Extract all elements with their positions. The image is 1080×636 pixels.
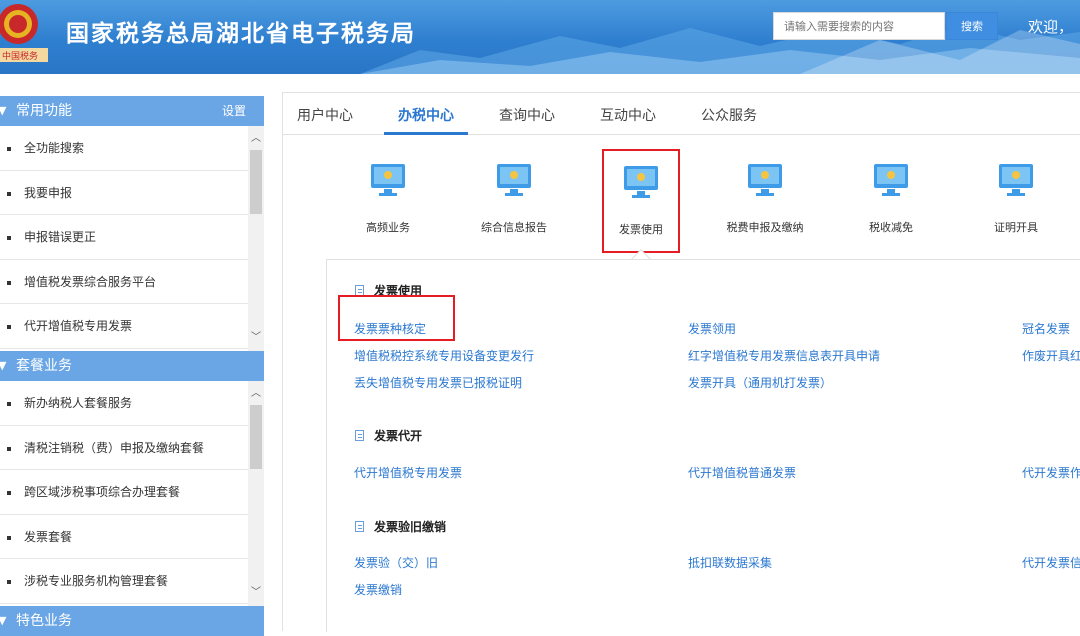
category-label: 税费申报及缴纳	[726, 221, 804, 234]
sidebar-list-common: 全功能搜索 我要申报 申报错误更正 增值税发票综合服务平台 代开增值税专用发票 …	[0, 126, 264, 351]
document-icon	[355, 521, 364, 532]
monitor-icon	[371, 164, 405, 196]
sidebar: ▼ 常用功能 设置 全功能搜索 我要申报 申报错误更正 增值税发票综合服务平台 …	[0, 96, 264, 636]
category-tax-relief[interactable]: 税收减免	[836, 149, 946, 249]
tab-tax-center[interactable]: 办税中心	[398, 105, 454, 125]
monitor-icon	[497, 164, 531, 196]
sidebar-group-title: 特色业务	[16, 613, 72, 629]
tab-user-center[interactable]: 用户中心	[297, 105, 353, 125]
sidebar-item[interactable]: 跨区域涉税事项综合办理套餐	[0, 470, 248, 515]
tab-public-service[interactable]: 公众服务	[701, 105, 757, 125]
svg-text:中国税务: 中国税务	[2, 50, 38, 62]
link-tax-device-change[interactable]: 增值税税控系统专用设备变更发行	[354, 347, 534, 364]
search-input[interactable]	[773, 12, 945, 40]
sidebar-list-package: 新办纳税人套餐服务 清税注销税（费）申报及缴纳套餐 跨区域涉税事项综合办理套餐 …	[0, 381, 264, 606]
tab-query-center[interactable]: 查询中心	[499, 105, 555, 125]
category-label: 税收减免	[869, 221, 913, 234]
active-tab-underline	[384, 132, 468, 135]
link-invoice-verify-old[interactable]: 发票验（交）旧	[354, 554, 438, 571]
monitor-icon	[999, 164, 1033, 196]
category-tax-declaration[interactable]: 税费申报及缴纳	[710, 149, 820, 249]
link-invoice-cancel[interactable]: 发票缴销	[354, 581, 402, 598]
link-lost-invoice-certificate[interactable]: 丢失增值税专用发票已报税证明	[354, 374, 522, 391]
category-row: 高频业务 综合信息报告 发票使用 税费申报及缴纳 税收减免 证明开具	[283, 137, 1080, 259]
highlight-box	[338, 295, 455, 341]
link-red-invoice-application[interactable]: 红字增值税专用发票信息表开具申请	[688, 347, 880, 364]
link-proxy-invoice-info[interactable]: 代开发票信	[1022, 554, 1080, 571]
caret-down-icon: ▼	[0, 104, 7, 117]
category-invoice-use[interactable]: 发票使用	[602, 149, 680, 253]
section-title-invoice-verify: 发票验旧缴销	[355, 518, 446, 535]
link-proxy-normal-invoice[interactable]: 代开增值税普通发票	[688, 464, 796, 481]
category-info-report[interactable]: 综合信息报告	[459, 149, 569, 249]
tab-bar: 用户中心 办税中心 查询中心 互动中心 公众服务	[283, 93, 1080, 135]
sidebar-item[interactable]: 新办纳税人套餐服务	[0, 381, 248, 426]
section-title-invoice-proxy: 发票代开	[355, 427, 422, 444]
chevron-up-icon[interactable]: ︿	[248, 385, 264, 403]
link-invoice-collection[interactable]: 发票领用	[688, 320, 736, 337]
link-proxy-invoice-void[interactable]: 代开发票作	[1022, 464, 1080, 481]
caret-down-icon: ▼	[0, 614, 7, 627]
link-proxy-special-invoice[interactable]: 代开增值税专用发票	[354, 464, 462, 481]
monitor-icon	[874, 164, 908, 196]
search-button[interactable]: 搜索	[946, 12, 998, 40]
link-invoice-issue-general[interactable]: 发票开具（通用机打发票）	[688, 374, 832, 391]
sidebar-group-title: 常用功能	[16, 103, 72, 119]
sidebar-item[interactable]: 全功能搜索	[0, 126, 248, 171]
sidebar-item[interactable]: 涉税专业服务机构管理套餐	[0, 559, 248, 604]
chevron-down-icon[interactable]: ﹀	[248, 329, 264, 347]
sidebar-group-special[interactable]: ▼ 特色业务	[0, 606, 264, 636]
document-icon	[355, 430, 364, 441]
sidebar-scrollbar[interactable]: ︿ ﹀	[248, 381, 264, 606]
monitor-icon	[624, 166, 658, 198]
scrollbar-thumb[interactable]	[250, 150, 262, 214]
category-label: 高频业务	[366, 221, 410, 234]
chevron-down-icon[interactable]: ﹀	[248, 584, 264, 602]
sidebar-item[interactable]: 发票套餐	[0, 515, 248, 560]
chevron-up-icon[interactable]: ︿	[248, 130, 264, 148]
main-content: 用户中心 办税中心 查询中心 互动中心 公众服务 高频业务 综合信息报告 发票使…	[282, 92, 1080, 632]
welcome-text: 欢迎，	[1028, 18, 1074, 36]
sidebar-group-package[interactable]: ▼ 套餐业务	[0, 351, 264, 381]
link-named-invoice[interactable]: 冠名发票	[1022, 320, 1070, 337]
sidebar-item[interactable]: 增值税发票综合服务平台	[0, 260, 248, 305]
category-label: 证明开具	[994, 221, 1038, 234]
tab-interaction-center[interactable]: 互动中心	[600, 105, 656, 125]
site-title: 国家税务总局湖北省电子税务局	[66, 21, 416, 47]
sidebar-scrollbar[interactable]: ︿ ﹀	[248, 126, 264, 351]
category-certificate[interactable]: 证明开具	[961, 149, 1071, 249]
category-label: 发票使用	[619, 223, 663, 236]
sidebar-item[interactable]: 申报错误更正	[0, 215, 248, 260]
sidebar-item[interactable]: 代开增值税专用发票	[0, 304, 248, 349]
sidebar-item[interactable]: 我要申报	[0, 171, 248, 216]
caret-down-icon: ▼	[0, 359, 7, 372]
site-header: 中国税务 国家税务总局湖北省电子税务局 搜索 欢迎，	[0, 0, 1080, 74]
settings-link[interactable]: 设置	[222, 96, 246, 126]
monitor-icon	[748, 164, 782, 196]
category-high-frequency[interactable]: 高频业务	[333, 149, 443, 249]
sidebar-group-title: 套餐业务	[16, 358, 72, 374]
category-label: 综合信息报告	[481, 221, 547, 234]
tax-emblem-logo: 中国税务	[0, 4, 48, 62]
link-void-invoice[interactable]: 作废开具红	[1022, 347, 1080, 364]
sidebar-group-common[interactable]: ▼ 常用功能 设置	[0, 96, 264, 126]
scrollbar-thumb[interactable]	[250, 405, 262, 469]
sidebar-item[interactable]: 清税注销税（费）申报及缴纳套餐	[0, 426, 248, 471]
link-deduction-data-collection[interactable]: 抵扣联数据采集	[688, 554, 772, 571]
